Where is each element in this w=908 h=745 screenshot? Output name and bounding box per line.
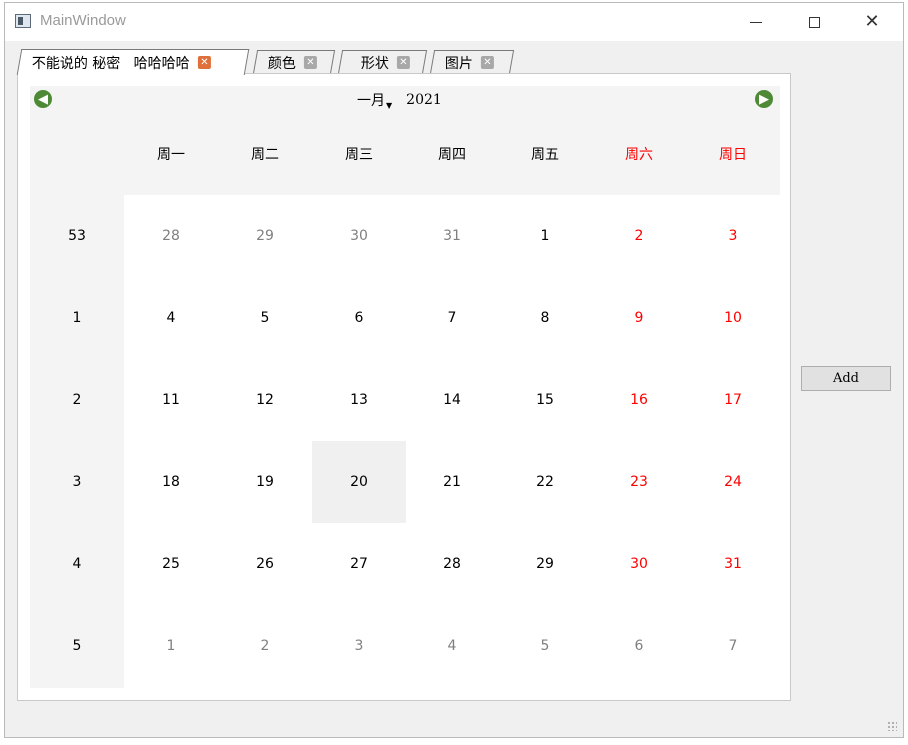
year-spinbox[interactable]: 2021 bbox=[406, 92, 442, 108]
arrow-right-icon: ▶ bbox=[759, 91, 769, 107]
day-cell[interactable]: 12 bbox=[218, 359, 312, 441]
selected-day-cell[interactable]: 20 bbox=[312, 441, 406, 523]
tab-close-icon[interactable]: ✕ bbox=[303, 56, 317, 69]
day-cell[interactable]: 29 bbox=[218, 195, 312, 277]
day-cell[interactable]: 6 bbox=[592, 605, 686, 687]
day-cell[interactable]: 5 bbox=[218, 277, 312, 359]
weekday-header: 周日 bbox=[719, 147, 747, 163]
weekday-header: 周一 bbox=[157, 147, 185, 163]
resize-grip-icon[interactable] bbox=[887, 721, 897, 731]
week-number: 2 bbox=[72, 392, 82, 408]
day-cell[interactable]: 15 bbox=[498, 359, 592, 441]
tab-label: 颜色 bbox=[267, 55, 296, 72]
day-cell[interactable]: 23 bbox=[592, 441, 686, 523]
tab-close-icon[interactable]: ✕ bbox=[480, 56, 494, 69]
add-button[interactable]: Add bbox=[801, 366, 891, 391]
day-cell[interactable]: 29 bbox=[498, 523, 592, 605]
day-cell[interactable]: 6 bbox=[312, 277, 406, 359]
week-number: 53 bbox=[68, 228, 86, 244]
month-dropdown[interactable]: 一月▼ bbox=[357, 90, 392, 110]
day-cell[interactable]: 14 bbox=[405, 359, 499, 441]
tab-secret[interactable]: 不能说的 秘密 哈哈哈哈 ✕ bbox=[16, 49, 250, 75]
day-cell[interactable]: 5 bbox=[498, 605, 592, 687]
chevron-down-icon: ▼ bbox=[386, 101, 393, 110]
maximize-icon bbox=[808, 16, 820, 28]
weekday-header: 周五 bbox=[531, 147, 559, 163]
day-cell[interactable]: 4 bbox=[405, 605, 499, 687]
tab-close-icon[interactable]: ✕ bbox=[396, 56, 410, 69]
day-cell[interactable]: 16 bbox=[592, 359, 686, 441]
calendar-grid: 周一 周二 周三 周四 周五 周六 周日 53 28 29 30 31 1 2 3 1 4 5 6 7 8 9 10 2 11 1… bbox=[30, 113, 780, 688]
day-cell[interactable]: 19 bbox=[218, 441, 312, 523]
day-cell[interactable]: 21 bbox=[405, 441, 499, 523]
day-cell[interactable]: 13 bbox=[312, 359, 406, 441]
window-title: MainWindow bbox=[40, 12, 126, 29]
month-year-selector: 一月▼ 2021 bbox=[357, 90, 442, 110]
week-number: 5 bbox=[72, 638, 82, 654]
day-cell[interactable]: 9 bbox=[592, 277, 686, 359]
tab-label: 不能说的 秘密 哈哈哈哈 bbox=[31, 55, 190, 72]
day-cell[interactable]: 2 bbox=[592, 195, 686, 277]
minimize-button[interactable] bbox=[727, 3, 785, 41]
next-month-button[interactable]: ▶ bbox=[755, 90, 773, 108]
day-cell[interactable]: 8 bbox=[498, 277, 592, 359]
day-cell[interactable]: 31 bbox=[686, 523, 780, 605]
weekday-header: 周二 bbox=[251, 147, 279, 163]
close-button[interactable]: ✕ bbox=[843, 3, 901, 41]
week-number: 3 bbox=[72, 474, 82, 490]
calendar-widget: ◀ 一月▼ 2021 ▶ 周一 周二 周三 周四 周五 周六 周日 53 28 29 30 31 1 2 3… bbox=[30, 86, 780, 688]
day-cell[interactable]: 4 bbox=[124, 277, 218, 359]
day-cell[interactable]: 24 bbox=[686, 441, 780, 523]
day-cell[interactable]: 1 bbox=[498, 195, 592, 277]
app-icon bbox=[15, 14, 31, 28]
tab-label: 图片 bbox=[444, 55, 473, 72]
weekday-header: 周六 bbox=[625, 147, 653, 163]
weekday-header: 周三 bbox=[345, 147, 373, 163]
day-cell[interactable]: 28 bbox=[124, 195, 218, 277]
maximize-button[interactable] bbox=[785, 3, 843, 41]
day-cell[interactable]: 3 bbox=[312, 605, 406, 687]
tab-shape[interactable]: 形状 ✕ bbox=[337, 50, 428, 74]
arrow-left-icon: ◀ bbox=[38, 91, 48, 107]
day-cell[interactable]: 30 bbox=[312, 195, 406, 277]
tab-image[interactable]: 图片 ✕ bbox=[429, 50, 515, 74]
close-icon: ✕ bbox=[864, 11, 880, 32]
day-cell[interactable]: 17 bbox=[686, 359, 780, 441]
minimize-icon bbox=[750, 21, 762, 23]
day-cell[interactable]: 7 bbox=[405, 277, 499, 359]
month-label: 一月 bbox=[357, 93, 385, 109]
day-cell[interactable]: 10 bbox=[686, 277, 780, 359]
day-cell[interactable]: 1 bbox=[124, 605, 218, 687]
day-cell[interactable]: 31 bbox=[405, 195, 499, 277]
tab-label: 形状 bbox=[360, 55, 389, 72]
tab-close-icon[interactable]: ✕ bbox=[197, 56, 211, 69]
tab-color[interactable]: 颜色 ✕ bbox=[252, 50, 336, 74]
day-cell[interactable]: 7 bbox=[686, 605, 780, 687]
day-cell[interactable]: 18 bbox=[124, 441, 218, 523]
prev-month-button[interactable]: ◀ bbox=[34, 90, 52, 108]
day-cell[interactable]: 26 bbox=[218, 523, 312, 605]
week-number: 1 bbox=[72, 310, 82, 326]
day-cell[interactable]: 11 bbox=[124, 359, 218, 441]
calendar-nav-bar: ◀ 一月▼ 2021 ▶ bbox=[30, 86, 780, 113]
tab-page: ◀ 一月▼ 2021 ▶ 周一 周二 周三 周四 周五 周六 周日 53 28 29 30 31 1 2 3… bbox=[17, 73, 791, 701]
weekday-header: 周四 bbox=[438, 147, 466, 163]
day-cell[interactable]: 22 bbox=[498, 441, 592, 523]
day-cell[interactable]: 28 bbox=[405, 523, 499, 605]
day-cell[interactable]: 3 bbox=[686, 195, 780, 277]
week-number: 4 bbox=[72, 556, 82, 572]
main-window: MainWindow ✕ 不能说的 秘密 哈哈哈哈 ✕ 颜色 ✕ 形状 ✕ 图片… bbox=[4, 2, 904, 738]
day-cell[interactable]: 27 bbox=[312, 523, 406, 605]
title-bar[interactable]: MainWindow ✕ bbox=[5, 3, 903, 41]
day-cell[interactable]: 25 bbox=[124, 523, 218, 605]
day-cell[interactable]: 2 bbox=[218, 605, 312, 687]
day-cell[interactable]: 30 bbox=[592, 523, 686, 605]
